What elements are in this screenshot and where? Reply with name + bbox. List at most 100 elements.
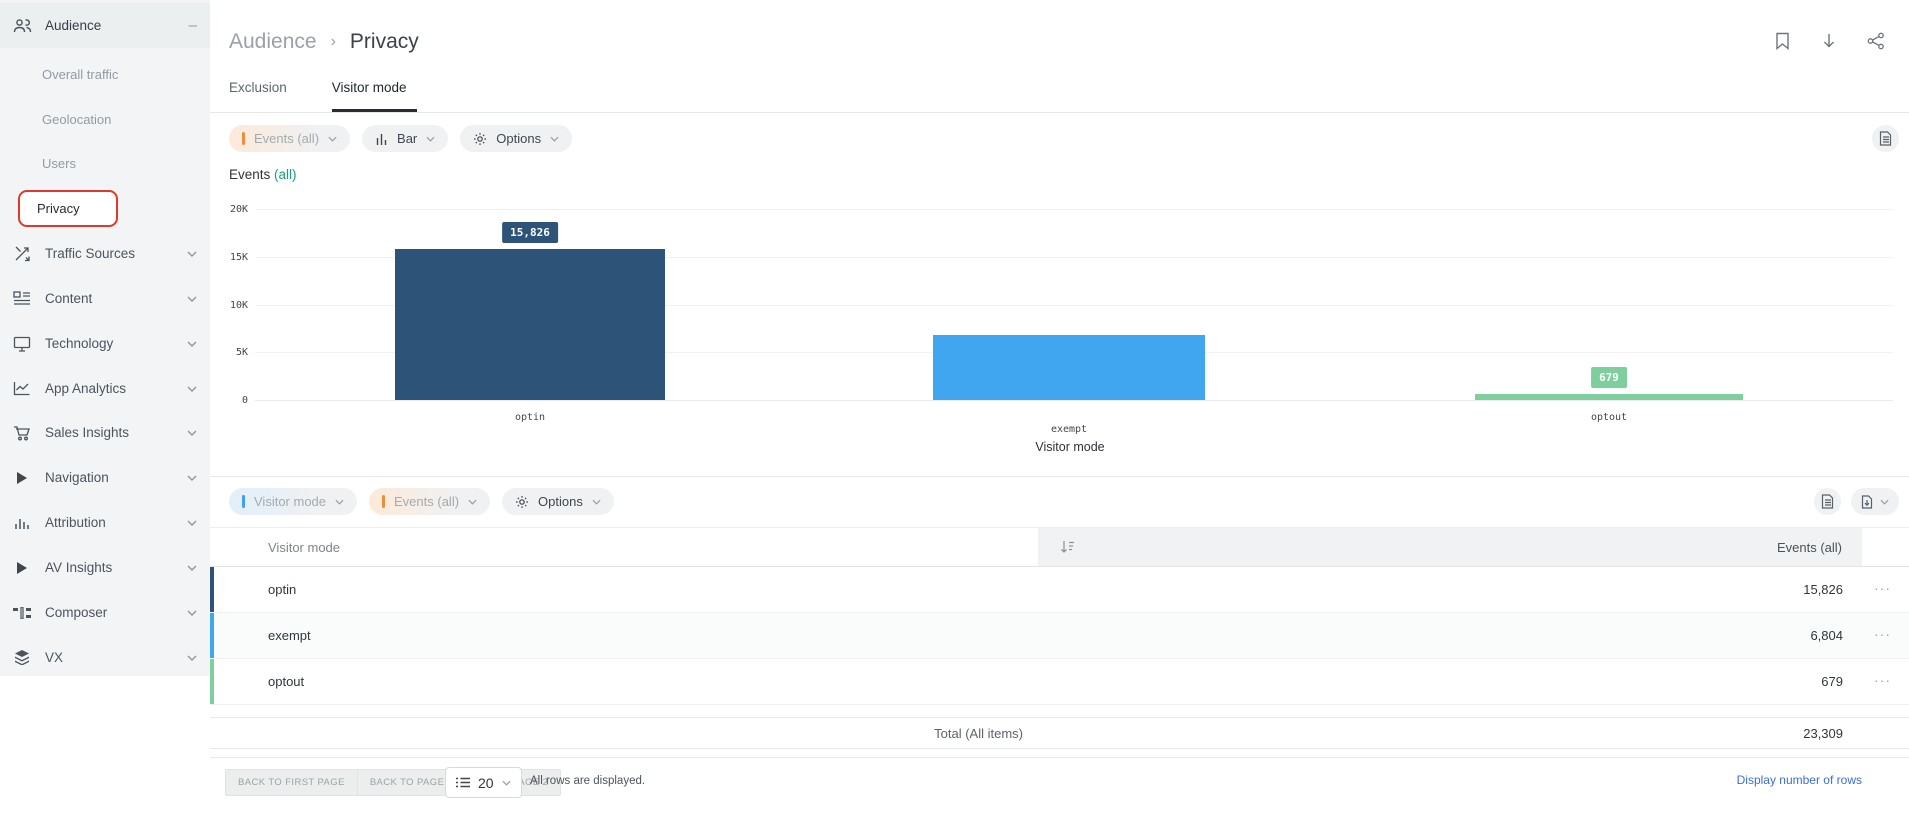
chevron-down-icon: [468, 499, 477, 505]
sidebar-item-composer[interactable]: Composer: [0, 590, 210, 635]
chevron-down-icon: [1880, 499, 1889, 505]
x-axis-title: Visitor mode: [1035, 440, 1105, 454]
bar-optout[interactable]: [1475, 394, 1743, 400]
sidebar-item-traffic-sources[interactable]: Traffic Sources: [0, 231, 210, 276]
row-label: optout: [268, 674, 305, 689]
privacy-annotation-box[interactable]: Privacy: [18, 190, 118, 227]
sidebar-item-app-analytics[interactable]: App Analytics: [0, 366, 210, 411]
sidebar-item-geolocation[interactable]: Geolocation: [0, 97, 210, 142]
chevron-down-icon: [187, 386, 197, 392]
chart-metric-selector[interactable]: Events (all): [229, 125, 351, 152]
total-value: 23,309: [1803, 726, 1843, 741]
header-actions: [1771, 30, 1887, 52]
rows-per-page-select[interactable]: 20: [445, 767, 522, 798]
chevron-down-icon: [187, 565, 197, 571]
chart-toolbar: Events (all) Bar Options: [229, 125, 573, 152]
row-color-strip: [210, 567, 214, 612]
chart-type-selector[interactable]: Bar: [362, 125, 449, 152]
chart-title-suffix: (all): [274, 167, 297, 182]
sidebar-item-label: Users: [42, 156, 76, 171]
row-color-strip: [210, 613, 214, 658]
gear-icon: [515, 495, 529, 509]
chevron-down-icon: [187, 610, 197, 616]
bookmark-icon[interactable]: [1771, 30, 1793, 52]
sidebar-item-content[interactable]: Content: [0, 276, 210, 321]
y-axis-tick: 15K: [229, 252, 248, 263]
value-badge-optout: 679: [1591, 367, 1627, 388]
value-badge-optin: 15,826: [502, 222, 558, 243]
audience-icon: [12, 16, 32, 36]
bar-optin[interactable]: [395, 249, 665, 400]
download-icon[interactable]: [1818, 30, 1840, 52]
row-menu-icon[interactable]: ···: [1874, 580, 1891, 596]
display-number-of-rows-link[interactable]: Display number of rows: [1737, 773, 1862, 787]
chart-title-metric: Events: [229, 167, 271, 182]
sidebar-item-attribution[interactable]: Attribution: [0, 500, 210, 545]
sort-descending-icon[interactable]: [1060, 540, 1075, 554]
table-row-exempt[interactable]: exempt 6,804 ···: [210, 613, 1909, 659]
row-menu-icon[interactable]: ···: [1874, 626, 1891, 642]
table-toolbar: Visitor mode Events (all) Options: [229, 488, 614, 515]
chart-options-button[interactable]: Options: [460, 125, 573, 152]
sidebar-item-sales-insights[interactable]: Sales Insights: [0, 410, 210, 455]
traffic-sources-icon: [12, 244, 32, 264]
table-row-optout[interactable]: optout 679 ···: [210, 659, 1909, 705]
row-value: 679: [1821, 674, 1843, 689]
chevron-down-icon: [187, 296, 197, 302]
chart-export-button[interactable]: [1872, 125, 1899, 152]
document-icon: [1879, 131, 1892, 146]
collapse-icon[interactable]: –: [189, 17, 197, 34]
chart-title: Events (all): [229, 167, 297, 182]
chevron-down-icon: [187, 341, 197, 347]
table-metric-selector[interactable]: Events (all): [369, 488, 491, 515]
gridline: [255, 209, 1893, 210]
x-axis-tick: optin: [514, 412, 546, 423]
column-header-visitor-mode[interactable]: Visitor mode: [268, 540, 340, 555]
share-icon[interactable]: [1865, 30, 1887, 52]
breadcrumb: Audience › Privacy: [229, 30, 419, 54]
tab-exclusion[interactable]: Exclusion: [229, 80, 287, 112]
page-title: Privacy: [349, 30, 419, 53]
sidebar-item-navigation[interactable]: Navigation: [0, 455, 210, 500]
sidebar-item-label: AV Insights: [45, 560, 113, 575]
metric-color-indicator-icon: [382, 495, 386, 508]
x-axis-tick: optout: [1590, 412, 1628, 423]
column-header-events-all[interactable]: Events (all): [1777, 540, 1842, 555]
chevron-down-icon: [502, 780, 511, 786]
table-options-label: Options: [538, 494, 583, 509]
sidebar-item-av-insights[interactable]: AV Insights: [0, 545, 210, 590]
list-icon: [456, 777, 470, 788]
sidebar-item-technology[interactable]: Technology: [0, 321, 210, 366]
table-header-row: Visitor mode Events (all): [210, 527, 1909, 567]
table-row-optin[interactable]: optin 15,826 ···: [210, 567, 1909, 613]
pagination-bar: BACK TO FIRST PAGE BACK TO PAGE 1 SHOW P…: [210, 757, 1909, 821]
sidebar-item-label: Overall traffic: [42, 67, 119, 82]
chart-options-label: Options: [496, 131, 542, 146]
sidebar-item-privacy[interactable]: Privacy: [0, 186, 210, 231]
row-label: optin: [268, 582, 297, 597]
chevron-down-icon: [592, 499, 601, 505]
table-view-button[interactable]: [1814, 488, 1841, 515]
sidebar-item-users[interactable]: Users: [0, 141, 210, 186]
chevron-down-icon: [550, 136, 559, 142]
sidebar-item-audience[interactable]: Audience –: [0, 3, 210, 48]
sidebar-item-vx[interactable]: VX: [0, 635, 210, 680]
table-download-button[interactable]: [1851, 488, 1899, 515]
row-menu-icon[interactable]: ···: [1874, 672, 1891, 688]
row-value: 15,826: [1803, 582, 1843, 597]
row-color-strip: [210, 659, 214, 704]
sidebar-item-label: Audience: [45, 18, 102, 33]
y-axis-tick: 5K: [235, 347, 248, 358]
breadcrumb-parent[interactable]: Audience: [229, 30, 317, 54]
bar-exempt[interactable]: [933, 335, 1205, 400]
tab-visitor-mode[interactable]: Visitor mode: [331, 80, 417, 112]
sidebar-item-label: Technology: [45, 336, 114, 351]
sidebar-item-overall-traffic[interactable]: Overall traffic: [0, 52, 210, 97]
table-dimension-selector[interactable]: Visitor mode: [229, 488, 358, 515]
metric-color-indicator-icon: [242, 132, 245, 145]
dimension-selector-label: Visitor mode: [254, 494, 327, 509]
row-label: exempt: [268, 628, 311, 643]
table-options-button[interactable]: Options: [502, 488, 614, 515]
back-to-first-page-button[interactable]: BACK TO FIRST PAGE: [225, 769, 358, 796]
document-icon: [1821, 494, 1834, 509]
